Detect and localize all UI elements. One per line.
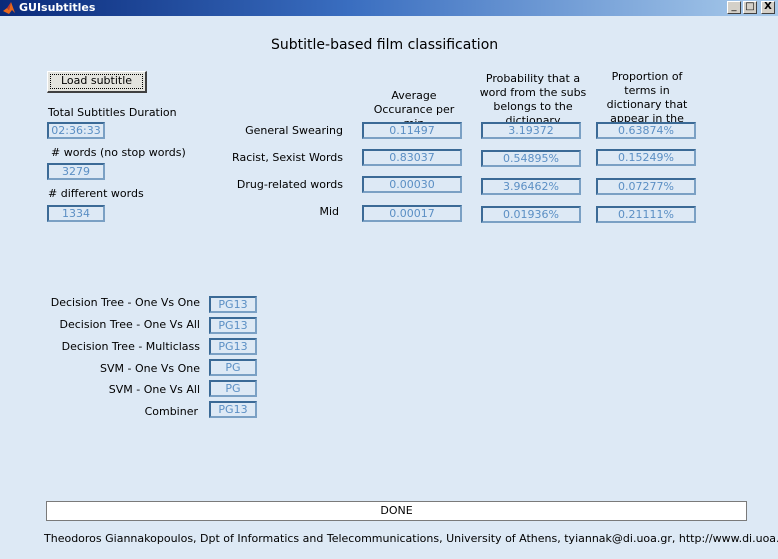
matlab-logo-icon — [3, 2, 15, 14]
page-title: Subtitle-based film classification — [271, 37, 499, 53]
racist-sexist-probability: 0.54895% — [481, 150, 581, 167]
mid-occurrence: 0.00017 — [362, 205, 462, 222]
row-label-drug-related: Drug-related words — [236, 178, 343, 191]
classifier-result-combiner: PG13 — [209, 401, 257, 418]
words-label: # words (no stop words) — [51, 146, 186, 159]
general-swearing-proportion: 0.63874% — [596, 122, 696, 139]
general-swearing-occurrence: 0.11497 — [362, 122, 462, 139]
row-label-mid: Mid — [319, 205, 339, 218]
classifier-result-dt-one-vs-one: PG13 — [209, 296, 257, 313]
status-bar: DONE — [46, 501, 747, 521]
row-label-general-swearing: General Swearing — [245, 124, 343, 137]
minimize-button[interactable]: _ — [727, 1, 741, 14]
classifier-result-dt-one-vs-all: PG13 — [209, 317, 257, 334]
column-header-probability: Probability that a word from the subs be… — [479, 72, 587, 127]
classifier-label-svm-one-vs-one: SVM - One Vs One — [99, 362, 200, 375]
close-button[interactable]: X — [761, 1, 775, 14]
mid-proportion: 0.21111% — [596, 206, 696, 223]
classifier-result-svm-one-vs-all: PG — [209, 380, 257, 397]
duration-label: Total Subtitles Duration — [48, 106, 177, 119]
classifier-result-dt-multiclass: PG13 — [209, 338, 257, 355]
drug-related-probability: 3.96462% — [481, 178, 581, 195]
row-label-racist-sexist: Racist, Sexist Words — [232, 151, 343, 164]
general-swearing-probability: 3.19372 — [481, 122, 581, 139]
classifier-label-dt-one-vs-one: Decision Tree - One Vs One — [50, 296, 200, 309]
duration-field: 02:36:33 — [47, 122, 105, 139]
classifier-label-svm-one-vs-all: SVM - One Vs All — [108, 383, 200, 396]
footer-credits: Theodoros Giannakopoulos, Dpt of Informa… — [44, 532, 778, 545]
load-subtitle-button[interactable]: Load subtitle — [47, 71, 147, 93]
words-field: 3279 — [47, 163, 105, 180]
racist-sexist-occurrence: 0.83037 — [362, 149, 462, 166]
classifier-label-dt-one-vs-all: Decision Tree - One Vs All — [59, 318, 201, 331]
classifier-label-combiner: Combiner — [144, 405, 198, 418]
app-window: GUIsubtitles _ □ X Subtitle-based film c… — [0, 0, 778, 559]
load-subtitle-label: Load subtitle — [60, 74, 133, 87]
different-words-field: 1334 — [47, 205, 105, 222]
classifier-label-dt-multiclass: Decision Tree - Multiclass — [61, 340, 200, 353]
drug-related-proportion: 0.07277% — [596, 178, 696, 195]
drug-related-occurrence: 0.00030 — [362, 176, 462, 193]
classifier-result-svm-one-vs-one: PG — [209, 359, 257, 376]
maximize-button[interactable]: □ — [743, 1, 757, 14]
racist-sexist-proportion: 0.15249% — [596, 149, 696, 166]
window-title: GUIsubtitles — [19, 1, 96, 14]
title-bar: GUIsubtitles _ □ X — [0, 0, 778, 16]
different-words-label: # different words — [48, 187, 144, 200]
mid-probability: 0.01936% — [481, 206, 581, 223]
